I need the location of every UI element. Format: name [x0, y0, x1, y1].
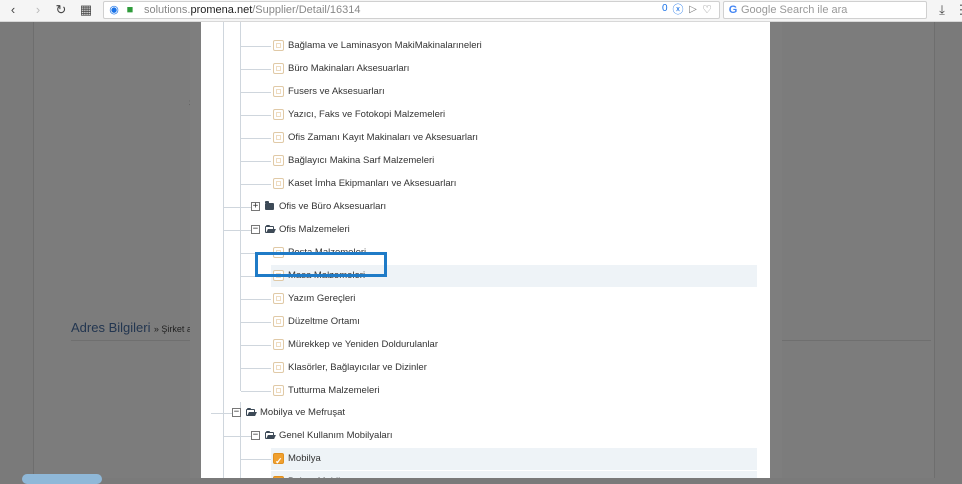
tree-connector [224, 230, 251, 231]
tree-item-label: Bahçe Mobilyası [288, 471, 358, 478]
tree-leaf-item[interactable]: Tutturma Malzemeleri [271, 380, 757, 402]
checkbox[interactable] [273, 63, 284, 74]
tree-item-label: Ofis Zamanı Kayıt Makinaları ve Aksesuar… [288, 132, 479, 143]
tree-item-label: Genel Kullanım Mobilyaları [279, 430, 393, 441]
tree-leaf-item[interactable]: Büro Makinaları Aksesuarları [271, 58, 757, 80]
tree-leaf-item[interactable]: Mobilya [271, 448, 757, 472]
tree-leaf-item[interactable]: Mürekkep ve Yeniden Doldurulanlar [271, 334, 757, 356]
tree-guide [223, 22, 224, 402]
checkbox[interactable] [273, 155, 284, 166]
checkbox[interactable] [273, 132, 284, 143]
search-box[interactable]: G Google Search ile ara [723, 1, 927, 19]
menu-icon[interactable]: ⋮ [953, 2, 962, 18]
tree-guide [240, 227, 241, 391]
checkbox[interactable] [273, 293, 284, 304]
background-pill [22, 474, 102, 484]
tree-item-label: Bağlama ve Laminasyon MakiMakinalarınele… [288, 40, 482, 51]
tree-item-label: Büro Makinaları Aksesuarları [288, 63, 410, 74]
address-section-title: Adres Bilgileri » Şirket ad [71, 320, 197, 335]
apps-grid-icon[interactable]: ▦ [78, 2, 94, 18]
forward-icon[interactable]: › [30, 2, 46, 18]
tree-item-label: Bağlayıcı Makina Sarf Malzemeleri [288, 155, 435, 166]
checkbox[interactable] [273, 362, 284, 373]
tree-item-label: Düzeltme Ortamı [288, 316, 360, 327]
tree-connector [241, 345, 271, 346]
collapse-toggle-icon[interactable]: − [251, 431, 260, 440]
checkbox[interactable] [273, 109, 284, 120]
tree-connector [224, 436, 251, 437]
folder-open-icon [265, 225, 274, 233]
tree-connector [241, 138, 271, 139]
tree-item-label: Tutturma Malzemeleri [288, 385, 380, 396]
checkbox[interactable] [273, 86, 284, 97]
selection-highlight-box [255, 252, 387, 277]
checkbox[interactable] [273, 385, 284, 396]
tree-leaf-item[interactable]: Bağlayıcı Makina Sarf Malzemeleri [271, 150, 757, 172]
tree-leaf-item[interactable]: Yazıcı, Faks ve Fotokopi Malzemeleri [271, 104, 757, 126]
tree-connector [241, 184, 271, 185]
location-pin-icon[interactable]: ◉ [106, 2, 122, 18]
search-input[interactable]: Google Search ile ara [741, 3, 847, 17]
tree-guide [240, 22, 241, 227]
tree-connector [241, 161, 271, 162]
tree-item-label: Ofis ve Büro Aksesuarları [279, 201, 387, 212]
collapse-toggle-icon[interactable]: − [232, 408, 241, 417]
tree-leaf-item[interactable]: Bahçe Mobilyası [271, 471, 757, 478]
tree-connector [241, 299, 271, 300]
checkbox[interactable] [273, 450, 284, 472]
tree-item-label: Ofis Malzemeleri [279, 224, 350, 235]
tree-connector [241, 368, 271, 369]
tree-connector [241, 115, 271, 116]
tree-item-label: Kaset İmha Ekipmanları ve Aksesuarları [288, 178, 457, 189]
reload-icon[interactable]: ↻ [53, 2, 69, 18]
browser-toolbar: ‹ › ↻ ▦ ◉ ■ solutions.promena.net/Suppli… [0, 0, 962, 22]
checkbox[interactable] [273, 316, 284, 327]
back-icon[interactable]: ‹ [5, 2, 21, 18]
tree-leaf-item[interactable]: Kaset İmha Ekipmanları ve Aksesuarları [271, 173, 757, 195]
tree-leaf-item[interactable]: Ofis Zamanı Kayıt Makinaları ve Aksesuar… [271, 127, 757, 149]
folder-icon [265, 201, 274, 210]
expand-toggle-icon[interactable]: + [251, 202, 260, 211]
lock-icon[interactable]: ■ [122, 2, 138, 18]
tree-item-label: Mobilya ve Mefruşat [260, 407, 346, 418]
tree-item-label: Mürekkep ve Yeniden Doldurulanlar [288, 339, 438, 350]
checkbox[interactable] [273, 339, 284, 350]
tree-item-label: Yazım Gereçleri [288, 293, 356, 304]
google-icon: G [728, 4, 738, 16]
tree-connector [241, 69, 271, 70]
tree-item-label: Klasörler, Bağlayıcılar ve Dizinler [288, 362, 427, 373]
folder-open-icon [246, 408, 255, 416]
category-tree-modal: Bağlama ve Laminasyon MakiMakinalarınele… [201, 22, 770, 478]
tree-item-label: Yazıcı, Faks ve Fotokopi Malzemeleri [288, 109, 446, 120]
heart-icon[interactable]: ♡ [699, 2, 715, 18]
close-circle-icon[interactable]: ⓧ [670, 2, 686, 18]
badge-count: 0 [662, 3, 668, 14]
tree-leaf-item[interactable]: Fusers ve Aksesuarları [271, 81, 757, 103]
checkbox[interactable] [273, 40, 284, 51]
tree-leaf-item[interactable]: Bağlama ve Laminasyon MakiMakinalarınele… [271, 35, 757, 57]
checkbox[interactable] [273, 178, 284, 189]
tree-connector [241, 322, 271, 323]
tree-connector [241, 391, 271, 392]
tree-item-label: Mobilya [288, 453, 321, 464]
tree-item-label: Fusers ve Aksesuarları [288, 86, 385, 97]
collapse-toggle-icon[interactable]: − [251, 225, 260, 234]
address-bar[interactable]: ◉ ■ solutions.promena.net/Supplier/Detai… [103, 1, 720, 19]
tree-connector [211, 413, 232, 414]
tree-connector [241, 459, 271, 460]
tree-leaf-item[interactable]: Yazım Gereçleri [271, 288, 757, 310]
folder-open-icon [265, 431, 274, 439]
tree-leaf-item[interactable]: Klasörler, Bağlayıcılar ve Dizinler [271, 357, 757, 379]
download-icon[interactable]: ⤓ [934, 2, 950, 18]
tree-connector [241, 46, 271, 47]
tree-leaf-item[interactable]: Düzeltme Ortamı [271, 311, 757, 333]
tree-connector [241, 92, 271, 93]
tree-connector [224, 207, 251, 208]
url-text[interactable]: solutions.promena.net/Supplier/Detail/16… [144, 3, 361, 17]
